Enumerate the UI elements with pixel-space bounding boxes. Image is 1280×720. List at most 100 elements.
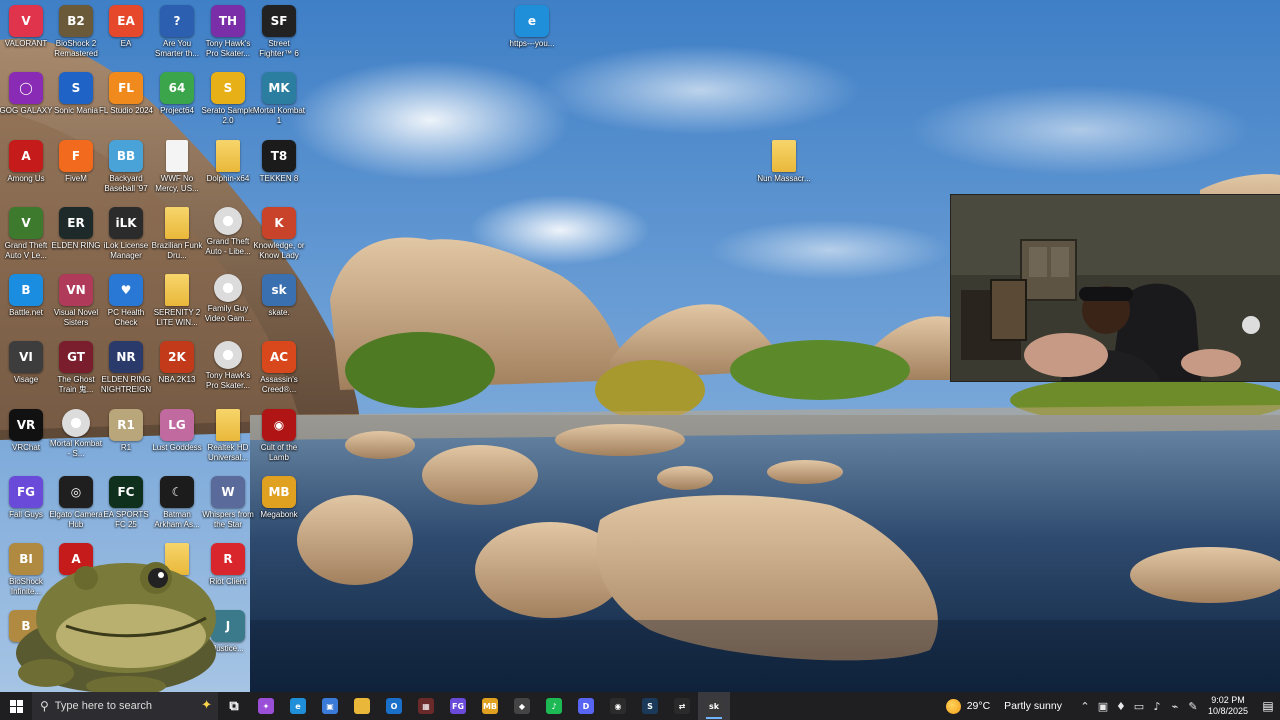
- desktop-icon[interactable]: W Whispers from the Star: [202, 476, 254, 529]
- desktop-icon-label: Lust Goddess: [152, 443, 202, 452]
- taskbar-app-spotify[interactable]: ♪: [538, 692, 570, 720]
- desktop-icon[interactable]: T8 TEKKEN 8: [253, 140, 305, 184]
- desktop-icon[interactable]: ? Are You Smarter th...: [151, 5, 203, 58]
- desktop-icon[interactable]: Brazilian Funk Dru...: [151, 207, 203, 260]
- desktop-icon[interactable]: NR ELDEN RING NIGHTREIGN: [100, 341, 152, 394]
- desktop-icon[interactable]: FL FL Studio 2024: [99, 72, 153, 116]
- desktop-icon[interactable]: Realtek HD Universal...: [202, 409, 254, 462]
- desktop-icon[interactable]: 64 Project64: [151, 72, 203, 116]
- desktop-icon[interactable]: Family Guy Video Gam...: [202, 274, 254, 323]
- taskbar-app-fall-guys[interactable]: FG: [442, 692, 474, 720]
- desktop-icon[interactable]: e https---you...: [506, 5, 558, 49]
- desktop-icon[interactable]: MB Megabonk: [253, 476, 305, 520]
- taskbar-app-discord[interactable]: D: [570, 692, 602, 720]
- desktop-icon[interactable]: iLK iLok License Manager: [100, 207, 152, 260]
- desktop-icon[interactable]: SF Street Fighter™ 6: [253, 5, 305, 58]
- desktop-icon-label: R1: [120, 443, 132, 452]
- desktop-icon[interactable]: GT The Ghost Train 鬼...: [50, 341, 102, 394]
- discord-icon: D: [578, 698, 594, 714]
- taskbar-app-skate-app[interactable]: sk: [698, 692, 730, 720]
- desktop-icon[interactable]: ◯ GOG GALAXY: [0, 72, 52, 116]
- clock[interactable]: 9:02 PM 10/8/2025: [1208, 695, 1248, 717]
- desktop-icon-label: Sonic Mania: [53, 106, 99, 115]
- taskbar-app-file-explorer[interactable]: [346, 692, 378, 720]
- volume-icon[interactable]: ♪: [1148, 700, 1166, 713]
- desktop-icon[interactable]: WWF No Mercy, US...: [151, 140, 203, 193]
- desktop-icon[interactable]: EA EA: [100, 5, 152, 49]
- desktop-icon[interactable]: Tony Hawk's Pro Skater...: [202, 341, 254, 390]
- desktop-icon[interactable]: Mortal Kombat - S...: [50, 409, 102, 458]
- taskbar-app-game-1[interactable]: ▦: [410, 692, 442, 720]
- desktop-icon[interactable]: FG Fall Guys: [0, 476, 52, 520]
- desktop-icon[interactable]: S Sonic Mania: [50, 72, 102, 116]
- desktop-icon[interactable]: ER ELDEN RING: [50, 207, 102, 251]
- camera-icon[interactable]: ▣: [1094, 700, 1112, 713]
- desktop-icon[interactable]: SERENITY 2 LITE WIN...: [151, 274, 203, 327]
- desktop-icon[interactable]: VR VRChat: [0, 409, 52, 453]
- desktop-icon[interactable]: AC Assassin's Creed®...: [253, 341, 305, 394]
- app-icon: iLK: [109, 207, 143, 239]
- app-icon: [214, 274, 242, 302]
- desktop-icon[interactable]: R1 R1: [100, 409, 152, 453]
- desktop-icon[interactable]: S Serato Sample 2.0: [202, 72, 254, 125]
- pen-icon[interactable]: ✎: [1184, 700, 1202, 713]
- app-icon: A: [9, 140, 43, 172]
- desktop-icon-label: Family Guy Video Gam...: [204, 304, 252, 323]
- network-icon[interactable]: ⌁: [1166, 700, 1184, 713]
- notification-center-icon[interactable]: ▤: [1256, 699, 1280, 713]
- weather-widget[interactable]: 29°C Partly sunny: [945, 698, 1062, 714]
- microphone-icon[interactable]: ♦: [1112, 700, 1130, 713]
- desktop-icon[interactable]: ☾ Batman Arkham As...: [151, 476, 203, 529]
- desktop-icon[interactable]: B Battle.net: [0, 274, 52, 318]
- desktop-icon[interactable]: LG Lust Goddess: [151, 409, 203, 453]
- app-icon: sk: [262, 274, 296, 306]
- app-icon: 64: [160, 72, 194, 104]
- desktop-icon[interactable]: K Knowledge, or Know Lady: [253, 207, 305, 260]
- desktop-icon[interactable]: TH Tony Hawk's Pro Skater...: [202, 5, 254, 58]
- taskbar-app-store[interactable]: ▣: [314, 692, 346, 720]
- desktop-icon-label: Tony Hawk's Pro Skater...: [205, 371, 251, 390]
- desktop-icon[interactable]: F FiveM: [50, 140, 102, 184]
- taskbar-app-task-view[interactable]: ⧉: [218, 692, 250, 720]
- desktop-icon[interactable]: ◎ Elgato Camera Hub: [49, 476, 103, 529]
- taskbar-search-box[interactable]: ⚲ Type here to search ✦: [32, 692, 218, 720]
- desktop-icon[interactable]: V Grand Theft Auto V Le...: [0, 207, 52, 260]
- desktop-icon[interactable]: MK Mortal Kombat 1: [253, 72, 305, 125]
- start-button[interactable]: [0, 692, 32, 720]
- desktop-icon[interactable]: sk skate.: [253, 274, 305, 318]
- desktop-icon-label: Dolphin-x64: [206, 174, 250, 183]
- system-tray: 29°C Partly sunny ⌃ ▣ ♦ ▭ ♪ ⌁ ✎ 9:02 PM …: [945, 692, 1280, 720]
- chevron-up-icon[interactable]: ⌃: [1076, 700, 1094, 713]
- desktop-icon-label: VRChat: [11, 443, 40, 452]
- desktop-icon[interactable]: VN Visual Novel Sisters: [50, 274, 102, 327]
- app-icon: FC: [109, 476, 143, 508]
- desktop-icon-label: ELDEN RING NIGHTREIGN: [100, 375, 152, 394]
- desktop-icon[interactable]: B2 BioShock 2 Remastered: [50, 5, 102, 58]
- taskbar-app-edge[interactable]: e: [282, 692, 314, 720]
- app-icon: ?: [160, 5, 194, 37]
- desktop-icon-label: Megabonk: [260, 510, 298, 519]
- desktop-icon[interactable]: V VALORANT: [0, 5, 52, 49]
- weather-condition: Partly sunny: [1004, 700, 1062, 712]
- desktop-icon[interactable]: 2K NBA 2K13: [151, 341, 203, 385]
- monitor-icon[interactable]: ▭: [1130, 700, 1148, 713]
- desktop-icon[interactable]: FC EA SPORTS FC 25: [100, 476, 152, 529]
- desktop-icon[interactable]: Dolphin-x64: [202, 140, 254, 184]
- taskbar-app-steam[interactable]: S: [634, 692, 666, 720]
- desktop-icon-label: Are You Smarter th...: [154, 39, 199, 58]
- taskbar-app-megabonk[interactable]: MB: [474, 692, 506, 720]
- taskbar-app-obs[interactable]: ◉: [602, 692, 634, 720]
- taskbar-app-streamlabs[interactable]: ⇄: [666, 692, 698, 720]
- taskbar-app-outlook[interactable]: O: [378, 692, 410, 720]
- desktop-icon[interactable]: Grand Theft Auto - Libe...: [202, 207, 254, 256]
- desktop-icon[interactable]: BB Backyard Baseball '97: [100, 140, 152, 193]
- desktop-icon[interactable]: ◉ Cult of the Lamb: [253, 409, 305, 462]
- taskbar-app-game-2[interactable]: ◆: [506, 692, 538, 720]
- desktop-icon[interactable]: ♥ PC Health Check: [100, 274, 152, 327]
- desktop-icon-label: https---you...: [509, 39, 555, 48]
- app-icon: W: [211, 476, 245, 508]
- taskbar-app-copilot[interactable]: ✦: [250, 692, 282, 720]
- desktop-icon[interactable]: Nun Massacr...: [757, 140, 811, 184]
- desktop-icon[interactable]: VI Visage: [0, 341, 52, 385]
- desktop-icon[interactable]: A Among Us: [0, 140, 52, 184]
